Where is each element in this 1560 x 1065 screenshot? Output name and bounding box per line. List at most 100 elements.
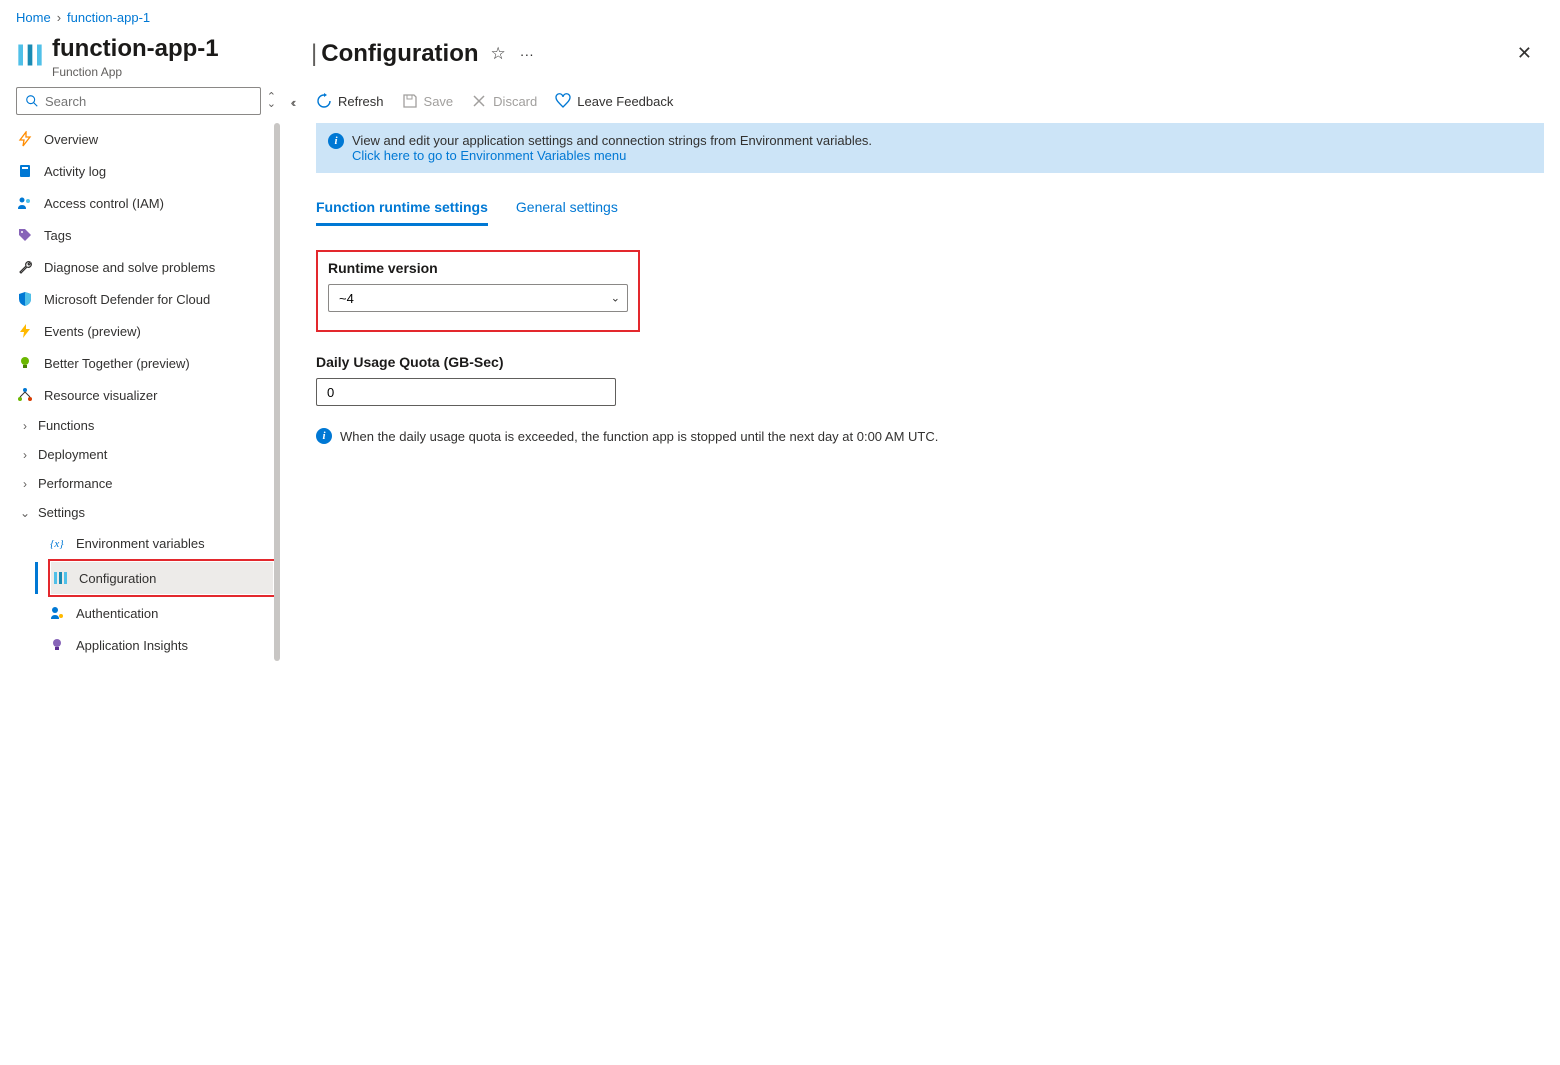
title-divider: | <box>311 40 317 68</box>
save-icon <box>402 93 418 109</box>
breadcrumb-current[interactable]: function-app-1 <box>67 10 150 25</box>
refresh-button[interactable]: Refresh <box>316 93 384 109</box>
nav-label: Deployment <box>38 447 107 462</box>
nav-label: Microsoft Defender for Cloud <box>44 292 210 307</box>
shield-icon <box>16 290 34 308</box>
tag-icon <box>16 226 34 244</box>
resource-title: function-app-1 <box>52 35 219 63</box>
bolt-icon <box>16 130 34 148</box>
nav-label: Overview <box>44 132 98 147</box>
info-icon: i <box>316 428 332 444</box>
breadcrumb-home[interactable]: Home <box>16 10 51 25</box>
refresh-icon <box>316 93 332 109</box>
info-icon: i <box>328 133 344 149</box>
nav-label: Performance <box>38 476 112 491</box>
sidebar: ⌃⌄ Overview Activity log Access control … <box>16 87 276 661</box>
page-title: Configuration <box>321 40 478 68</box>
nav-label: Activity log <box>44 164 106 179</box>
chevron-right-icon: › <box>16 448 34 462</box>
graph-icon <box>16 386 34 404</box>
nav-resource-visualizer[interactable]: Resource visualizer <box>16 379 276 411</box>
nav-configuration[interactable]: Configuration <box>51 562 273 594</box>
nav-deployment[interactable]: › Deployment <box>16 440 276 469</box>
heart-icon <box>555 93 571 109</box>
quota-input[interactable] <box>316 378 616 406</box>
banner-text: View and edit your application settings … <box>352 133 872 148</box>
close-icon[interactable]: ✕ <box>1513 39 1536 68</box>
lightbulb-icon <box>16 354 34 372</box>
button-label: Discard <box>493 94 537 109</box>
chevron-right-icon: › <box>16 477 34 491</box>
discard-button[interactable]: Discard <box>471 93 537 109</box>
quota-hint: i When the daily usage quota is exceeded… <box>316 428 1544 444</box>
nav-label: Functions <box>38 418 94 433</box>
nav-label: Diagnose and solve problems <box>44 260 215 275</box>
nav-activity-log[interactable]: Activity log <box>16 155 276 187</box>
nav-settings[interactable]: ⌄ Settings <box>16 498 276 527</box>
expand-collapse-icon[interactable]: ⌃⌄ <box>267 94 276 108</box>
collapse-sidebar-icon[interactable]: ‹‹ <box>291 95 294 661</box>
feedback-button[interactable]: Leave Feedback <box>555 93 673 109</box>
nav-label: Configuration <box>79 571 156 586</box>
favorite-star-icon[interactable]: ☆ <box>491 44 506 64</box>
chevron-right-icon: › <box>16 419 34 433</box>
tabs: Function runtime settings General settin… <box>316 191 1544 226</box>
nav-environment-variables[interactable]: {x} Environment variables <box>48 527 276 559</box>
hint-text: When the daily usage quota is exceeded, … <box>340 429 938 444</box>
nav-label: Events (preview) <box>44 324 141 339</box>
breadcrumb-separator: › <box>57 10 61 25</box>
search-input[interactable] <box>45 94 252 109</box>
chevron-down-icon: ⌄ <box>16 506 34 520</box>
page-header: function-app-1 Function App | Configurat… <box>0 35 1560 87</box>
nav-defender[interactable]: Microsoft Defender for Cloud <box>16 283 276 315</box>
runtime-version-select[interactable]: ⌄ <box>328 284 628 312</box>
function-app-icon <box>16 41 44 69</box>
runtime-version-value[interactable] <box>328 284 628 312</box>
nav-overview[interactable]: Overview <box>16 123 276 155</box>
nav-events[interactable]: Events (preview) <box>16 315 276 347</box>
bars-icon <box>51 569 69 587</box>
banner-link[interactable]: Click here to go to Environment Variable… <box>352 148 626 163</box>
nav-diagnose[interactable]: Diagnose and solve problems <box>16 251 276 283</box>
nav-performance[interactable]: › Performance <box>16 469 276 498</box>
button-label: Save <box>424 94 454 109</box>
nav-functions[interactable]: › Functions <box>16 411 276 440</box>
wrench-icon <box>16 258 34 276</box>
nav-label: Tags <box>44 228 71 243</box>
nav-label: Better Together (preview) <box>44 356 190 371</box>
info-banner: i View and edit your application setting… <box>316 123 1544 173</box>
button-label: Refresh <box>338 94 384 109</box>
bolt-filled-icon <box>16 322 34 340</box>
tab-runtime-settings[interactable]: Function runtime settings <box>316 191 488 226</box>
runtime-version-label: Runtime version <box>328 260 628 276</box>
discard-icon <box>471 93 487 109</box>
nav-label: Access control (IAM) <box>44 196 164 211</box>
people-icon <box>16 194 34 212</box>
nav-label: Resource visualizer <box>44 388 157 403</box>
nav-better-together[interactable]: Better Together (preview) <box>16 347 276 379</box>
variable-icon: {x} <box>48 534 66 552</box>
resource-subtitle: Function App <box>52 65 219 79</box>
nav-label: Application Insights <box>76 638 188 653</box>
toolbar: Refresh Save Discard Leave Feedback <box>316 87 1544 123</box>
quota-label: Daily Usage Quota (GB-Sec) <box>316 354 1544 370</box>
nav-authentication[interactable]: Authentication <box>48 597 276 629</box>
tab-general-settings[interactable]: General settings <box>516 191 618 226</box>
nav-tags[interactable]: Tags <box>16 219 276 251</box>
insights-icon <box>48 636 66 654</box>
nav-application-insights[interactable]: Application Insights <box>48 629 276 661</box>
nav-label: Environment variables <box>76 536 205 551</box>
search-input-wrap[interactable] <box>16 87 261 115</box>
save-button[interactable]: Save <box>402 93 454 109</box>
notebook-icon <box>16 162 34 180</box>
nav-label: Authentication <box>76 606 158 621</box>
highlight-box: Configuration <box>48 559 276 597</box>
highlight-box-form: Runtime version ⌄ <box>316 250 640 332</box>
nav-menu: Overview Activity log Access control (IA… <box>16 123 276 661</box>
nav-access-control[interactable]: Access control (IAM) <box>16 187 276 219</box>
more-menu-icon[interactable]: ··· <box>520 46 534 62</box>
breadcrumb: Home › function-app-1 <box>0 0 1560 35</box>
user-key-icon <box>48 604 66 622</box>
nav-label: Settings <box>38 505 85 520</box>
svg-text:{x}: {x} <box>50 538 64 550</box>
